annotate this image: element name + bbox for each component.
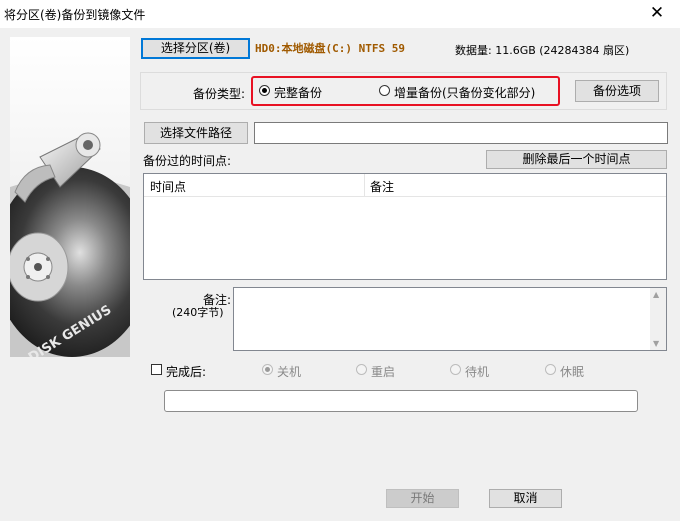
note-textarea[interactable]: ▲ ▼ — [233, 287, 667, 351]
hard-disk-illustration: DISK GENIUS — [0, 37, 150, 366]
select-partition-button[interactable]: 选择分区(卷) — [141, 38, 250, 59]
backup-options-button[interactable]: 备份选项 — [575, 80, 659, 102]
title-bar: 将分区(卷)备份到镜像文件 ✕ — [0, 0, 680, 28]
scroll-up-icon[interactable]: ▲ — [653, 290, 659, 299]
select-file-path-button[interactable]: 选择文件路径 — [144, 122, 248, 144]
hibernate-radio[interactable] — [545, 364, 556, 375]
selected-partition-value: HD0:本地磁盘(C:) NTFS 59 — [255, 42, 405, 55]
full-backup-radio[interactable] — [259, 85, 270, 96]
disk-genius-image: DISK GENIUS — [0, 37, 150, 366]
standby-label[interactable]: 待机 — [465, 363, 489, 380]
note-scrollbar[interactable]: ▲ ▼ — [650, 288, 666, 350]
data-amount-label: 数据量: 11.6GB (24284384 扇区) — [455, 44, 630, 57]
cancel-button[interactable]: 取消 — [489, 489, 562, 508]
shutdown-radio[interactable] — [262, 364, 273, 375]
backup-type-label: 备份类型: — [193, 87, 246, 101]
scroll-down-icon[interactable]: ▼ — [653, 339, 659, 348]
start-button[interactable]: 开始 — [386, 489, 459, 508]
note-hint: (240字节) — [172, 306, 224, 319]
column-header-timepoint[interactable]: 时间点 — [150, 178, 186, 195]
shutdown-label[interactable]: 关机 — [277, 363, 301, 380]
standby-radio[interactable] — [450, 364, 461, 375]
close-icon[interactable]: ✕ — [634, 0, 680, 28]
after-completion-checkbox[interactable] — [151, 364, 162, 375]
file-path-input[interactable] — [254, 122, 668, 144]
progress-bar — [164, 390, 638, 412]
restart-radio[interactable] — [356, 364, 367, 375]
incremental-backup-radio[interactable] — [379, 85, 390, 96]
restart-label[interactable]: 重启 — [371, 363, 395, 380]
incremental-backup-label[interactable]: 增量备份(只备份变化部分) — [394, 84, 535, 101]
hibernate-label[interactable]: 休眠 — [560, 363, 584, 380]
timepoints-label: 备份过的时间点: — [143, 154, 232, 168]
full-backup-label[interactable]: 完整备份 — [274, 84, 322, 101]
dialog-body: DISK GENIUS 选择分区(卷) HD0:本地磁盘(C:) NTFS 59… — [0, 28, 680, 521]
timepoints-table[interactable]: 时间点 备注 — [143, 173, 667, 280]
after-completion-label[interactable]: 完成后: — [166, 363, 206, 380]
column-header-note[interactable]: 备注 — [370, 178, 394, 195]
timepoints-table-header: 时间点 备注 — [144, 174, 666, 197]
delete-last-timepoint-button[interactable]: 删除最后一个时间点 — [486, 150, 667, 169]
column-divider — [364, 174, 365, 196]
window-title: 将分区(卷)备份到镜像文件 — [4, 8, 146, 22]
